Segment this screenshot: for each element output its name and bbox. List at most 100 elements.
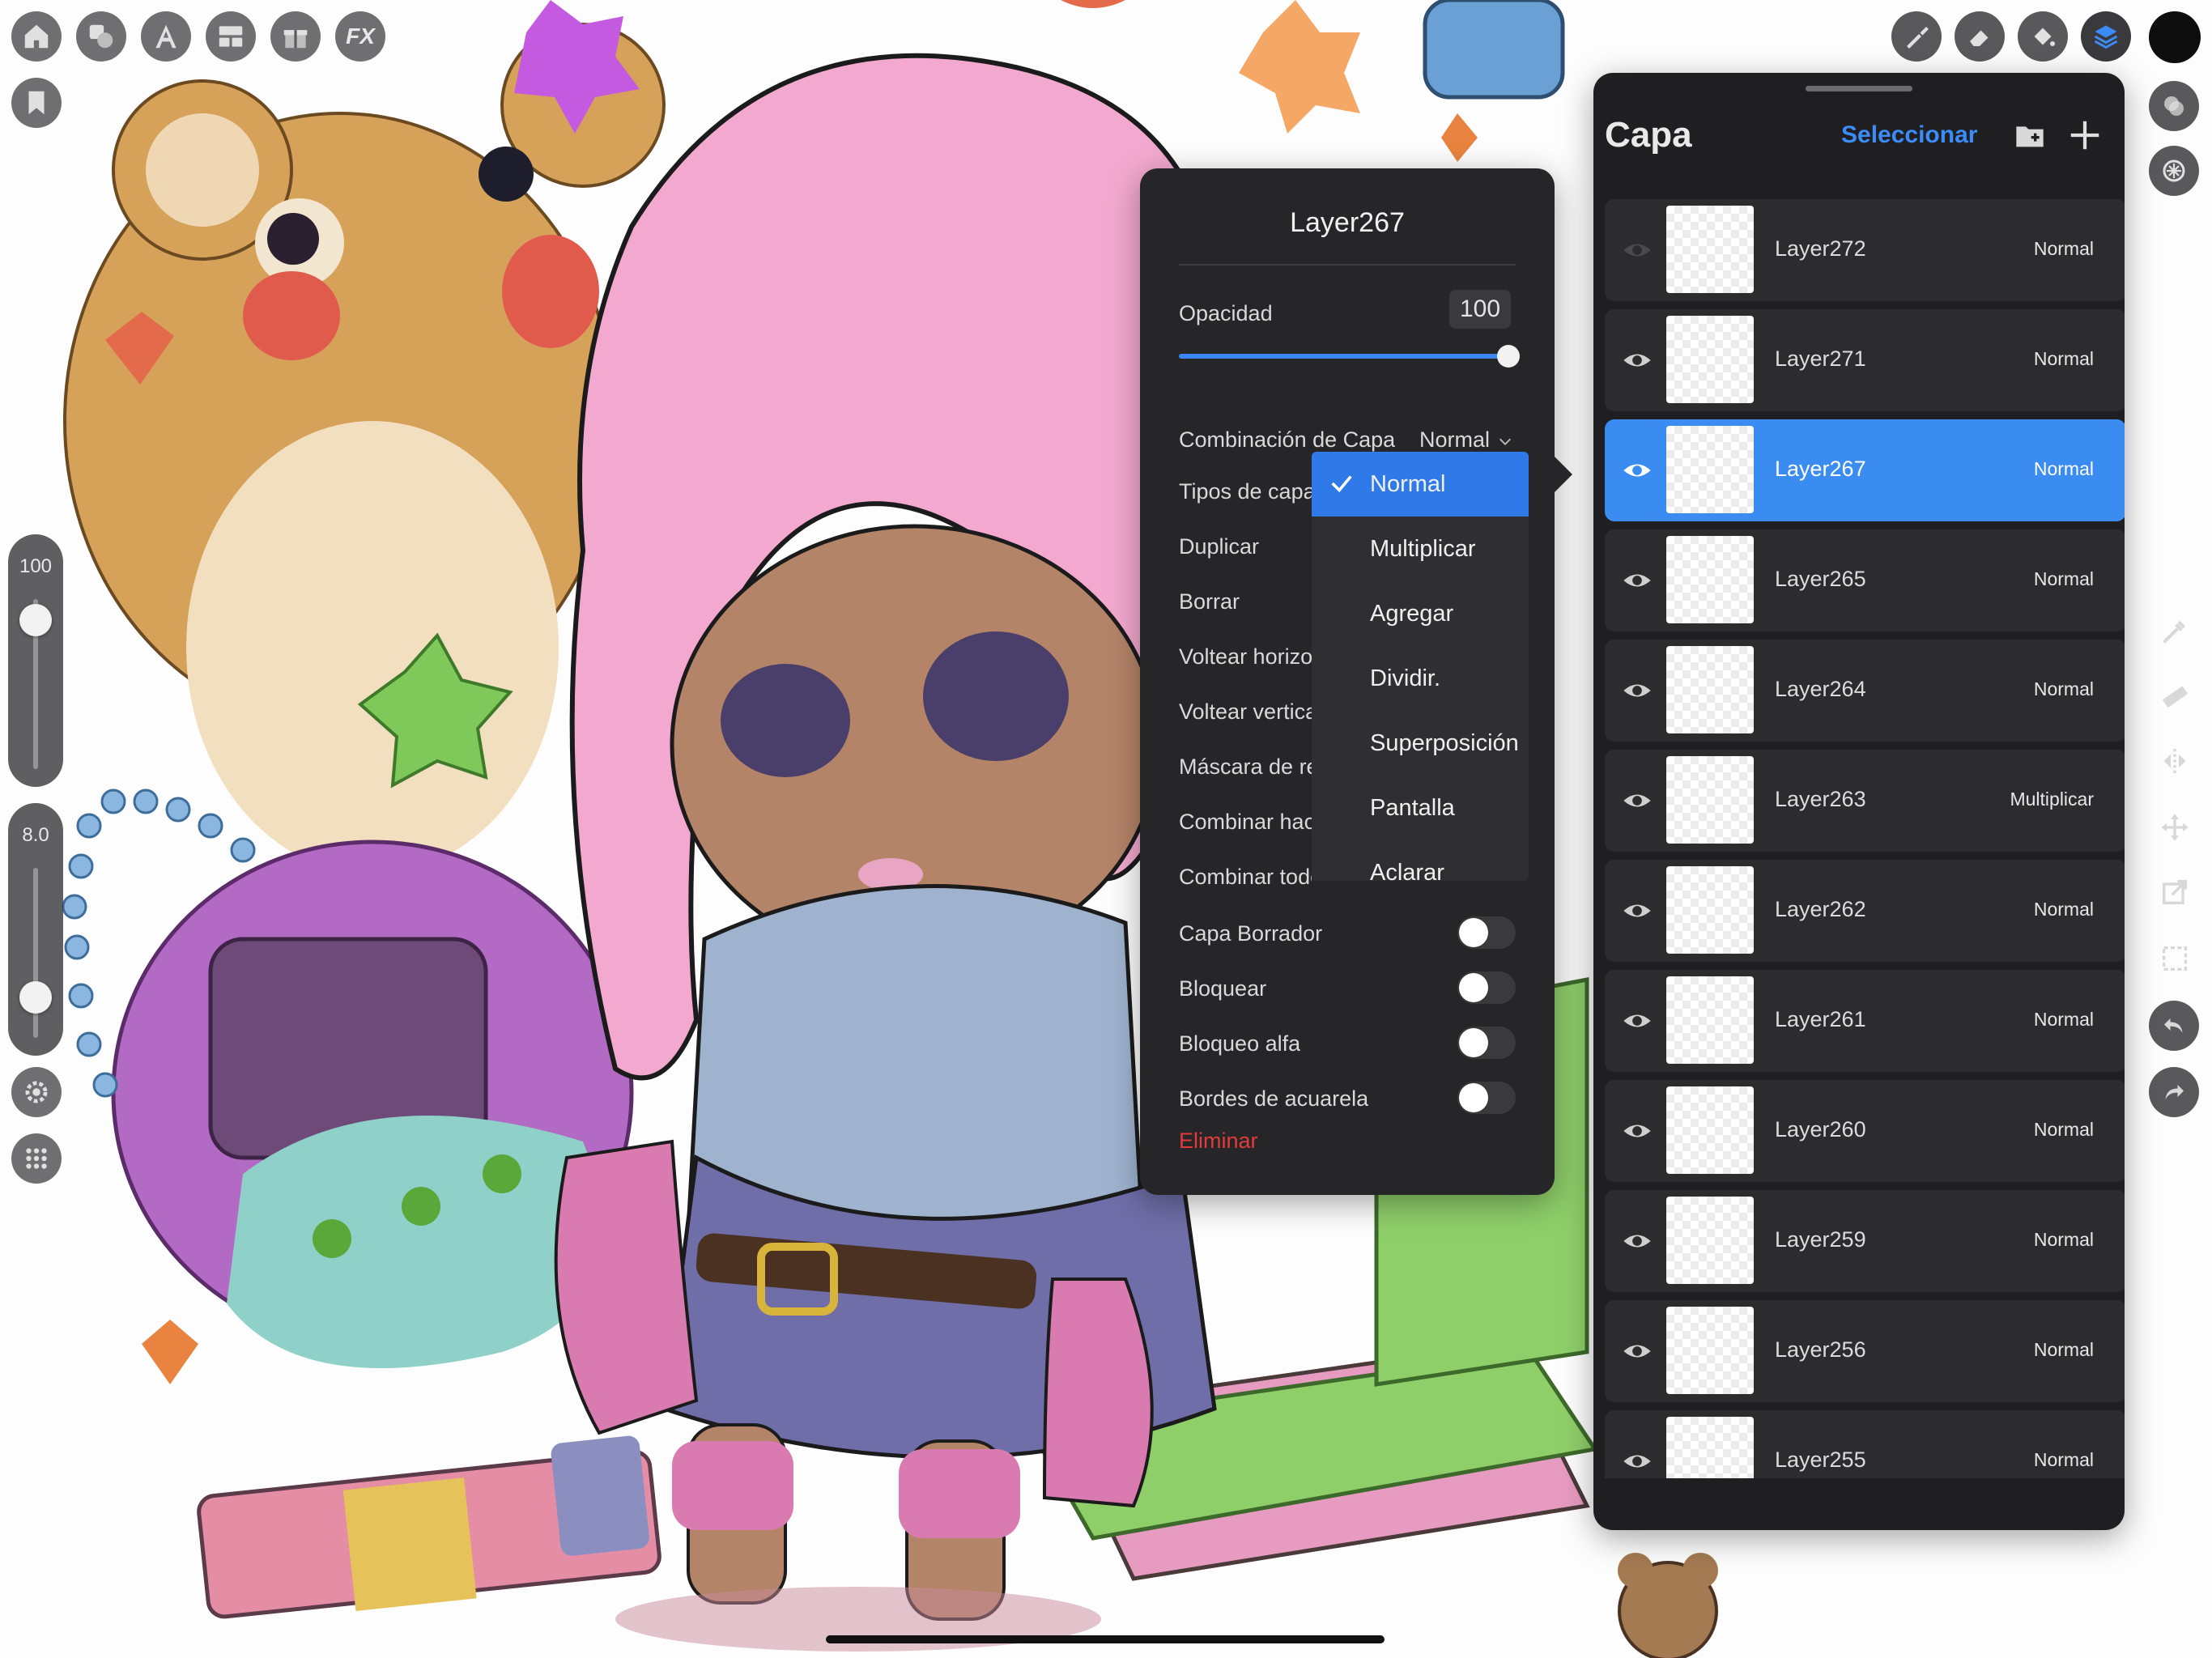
layer-option-item[interactable]: Combinar todo [1179,865,1312,890]
fill-button[interactable] [2018,11,2068,62]
add-folder-icon[interactable] [2011,120,2048,152]
panel-drag-handle[interactable] [1806,86,1912,91]
brush-button[interactable] [1891,11,1942,62]
color-swatch[interactable] [2149,11,2201,63]
texture-button[interactable] [2149,146,2199,196]
blend-option[interactable]: Normal [1312,452,1529,517]
opacity-value-field[interactable]: 100 [1449,290,1511,329]
settings-button[interactable] [11,1067,62,1117]
gift-button[interactable] [270,11,321,62]
layout-button[interactable] [206,11,256,62]
layer-thumbnail [1666,536,1754,623]
blend-option[interactable]: Multiplicar [1312,517,1529,581]
layer-row[interactable]: Layer262Normal [1605,860,2125,962]
eye-icon[interactable] [1621,1335,1653,1367]
opacity-slider-track[interactable] [1179,354,1509,359]
layer-row[interactable]: Layer267Normal [1605,419,2125,521]
layer-row[interactable]: Layer261Normal [1605,970,2125,1072]
blend-option-label: Agregar [1370,601,1453,627]
eyedropper-button[interactable] [2150,607,2199,656]
layer-option-item[interactable]: Duplicar [1179,534,1312,559]
redo-button[interactable] [2149,1067,2199,1117]
layer-blend-mode: Normal [2034,899,2094,920]
blend-button[interactable] [2149,81,2199,131]
eye-icon[interactable] [1621,454,1653,487]
more-button[interactable] [11,1133,62,1184]
layers-button[interactable] [2081,11,2131,62]
eraser-icon [1965,22,1994,51]
layer-option-item[interactable]: Borrar [1179,589,1312,614]
layer-row[interactable]: Layer255Normal [1605,1410,2125,1478]
layers-panel: Capa Seleccionar Layer272NormalLayer271N… [1593,73,2125,1530]
home-button[interactable] [11,11,62,62]
layer-option-item[interactable]: Máscara de re [1179,755,1312,780]
move-button[interactable] [2150,803,2199,852]
eye-icon[interactable] [1621,344,1653,376]
text-button[interactable] [141,11,191,62]
layer-row[interactable]: Layer271Normal [1605,309,2125,411]
layer-option-item[interactable]: Voltear horizo [1179,644,1312,670]
eraser-button[interactable] [1955,11,2005,62]
delete-layer-button[interactable]: Eliminar [1179,1129,1258,1154]
blend-option[interactable]: Pantalla [1312,776,1529,840]
bookmark-icon [21,87,52,118]
transform-button[interactable] [2150,868,2199,916]
layer-row[interactable]: Layer256Normal [1605,1300,2125,1402]
layer-row[interactable]: Layer260Normal [1605,1080,2125,1182]
toggle-label: Bloquear [1179,976,1266,1001]
eye-icon[interactable] [1621,674,1653,707]
opacity-slider-knob[interactable] [1497,345,1520,368]
layer-blend-mode: Multiplicar [2010,789,2094,810]
layer-row[interactable]: Layer263Multiplicar [1605,750,2125,852]
eye-icon[interactable] [1621,895,1653,927]
layer-thumbnail [1666,756,1754,844]
fx-button[interactable]: FX [335,11,385,62]
layer-option-item[interactable]: Tipos de capa [1179,479,1312,504]
eye-icon[interactable] [1621,1115,1653,1147]
blend-option[interactable]: Superposición [1312,711,1529,776]
eye-icon[interactable] [1621,234,1653,266]
undo-button[interactable] [2149,1001,2199,1051]
layer-option-item[interactable]: Combinar hac [1179,810,1312,835]
blend-option-label: Normal [1370,471,1445,498]
move-icon [2159,811,2191,844]
toggle-switch[interactable] [1457,1027,1516,1059]
layer-option-item[interactable]: Voltear vertica [1179,699,1312,725]
eye-icon[interactable] [1621,1005,1653,1037]
blend-mode-value[interactable]: Normal [1419,427,1514,453]
ruler-button[interactable] [2150,672,2199,721]
blend-option-label: Aclarar [1370,860,1444,882]
blend-mode-current: Normal [1419,427,1490,452]
symmetry-button[interactable] [2150,737,2199,785]
eye-icon[interactable] [1621,1445,1653,1477]
brush-icon [1902,22,1931,51]
eye-icon[interactable] [1621,784,1653,817]
layer-row[interactable]: Layer272Normal [1605,199,2125,301]
layer-thumbnail [1666,866,1754,954]
blend-option[interactable]: Dividir. [1312,646,1529,711]
toggle-switch[interactable] [1457,971,1516,1004]
shapes-button[interactable] [76,11,126,62]
toggle-switch[interactable] [1457,916,1516,949]
add-layer-icon[interactable] [2066,117,2104,154]
layer-row[interactable]: Layer259Normal [1605,1190,2125,1292]
opacity-side-slider[interactable]: 8.0 [8,803,63,1056]
selection-button[interactable] [2150,934,2199,983]
layer-row[interactable]: Layer264Normal [1605,640,2125,742]
opacity-side-knob[interactable] [19,981,52,1014]
eye-icon[interactable] [1621,1225,1653,1257]
blend-option[interactable]: Agregar [1312,581,1529,646]
brush-size-knob[interactable] [19,604,52,636]
toggle-label: Capa Borrador [1179,921,1322,946]
layer-row[interactable]: Layer265Normal [1605,529,2125,631]
bookmark-button[interactable] [11,78,62,128]
select-button[interactable]: Seleccionar [1841,121,1977,149]
toggle-switch[interactable] [1457,1082,1516,1114]
brush-size-slider[interactable]: 100 [8,534,63,787]
eye-icon[interactable] [1621,564,1653,597]
texture-icon [2159,156,2189,185]
blend-mode-dropdown: Normal Multiplicar Agregar Dividir.Superpos… [1312,452,1529,881]
layer-options-title: Layer267 [1140,207,1555,239]
layer-name: Layer255 [1775,1448,1866,1473]
blend-option[interactable]: Aclarar [1312,840,1529,881]
